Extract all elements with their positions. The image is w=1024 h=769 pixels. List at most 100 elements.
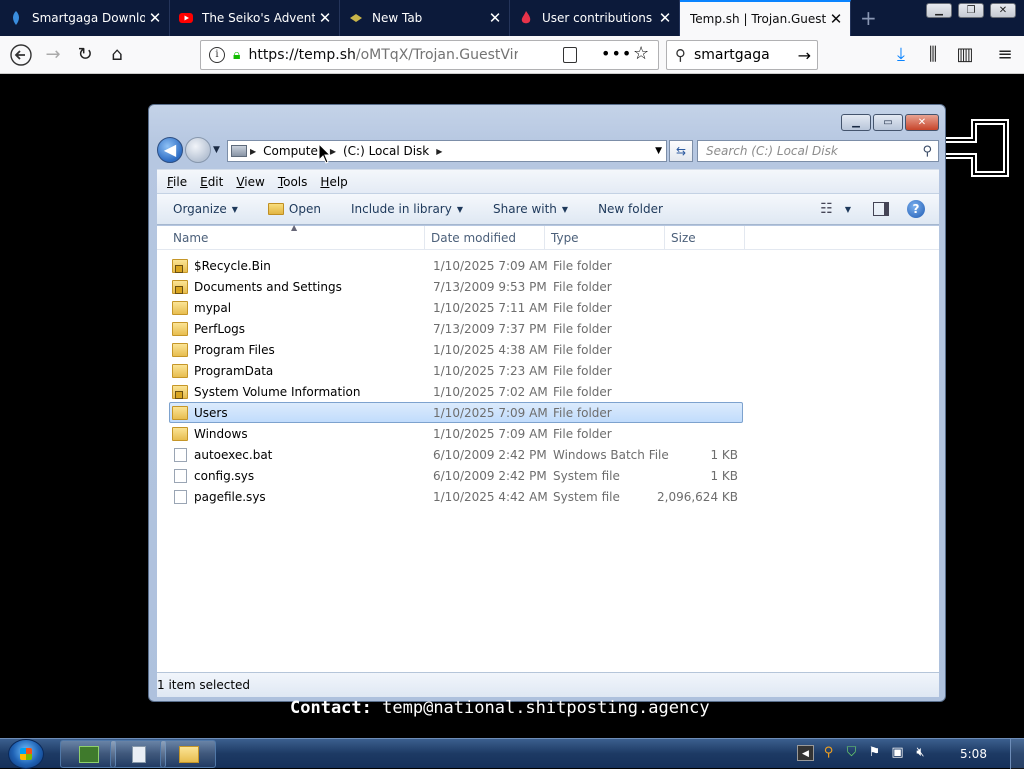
forward-arrow-icon[interactable]: → — [38, 41, 68, 69]
reload-icon[interactable]: ↻ — [70, 41, 100, 69]
table-row[interactable]: mypal 1/10/2025 7:11 AM File folder — [169, 297, 743, 318]
help-icon[interactable]: ? — [907, 200, 925, 218]
search-value[interactable]: smartgaga — [694, 47, 798, 63]
close-icon[interactable]: ✕ — [145, 9, 165, 27]
window-close-button[interactable]: ✕ — [990, 3, 1016, 18]
address-bar[interactable]: ▶ Computer ▶ (C:) Local Disk ▶ ▼ — [227, 140, 667, 162]
recent-pages-dropdown-icon[interactable]: ▼ — [213, 145, 220, 155]
taskbar: ◀ ⚲ ⛉ ⚑ ▣ 🔇︎ 5:08 — [0, 738, 1024, 769]
tray-app-icon[interactable]: ◀ — [797, 745, 814, 761]
locked-folder-icon — [172, 259, 188, 273]
tab-user-contributions[interactable]: User contributions fo ✕ — [510, 0, 680, 36]
table-row[interactable]: ProgramData 1/10/2025 7:23 AM File folder — [169, 360, 743, 381]
tab-newtab[interactable]: New Tab ✕ — [340, 0, 510, 36]
file-name: Documents and Settings — [194, 279, 342, 294]
tab-temp-sh[interactable]: Temp.sh | Trojan.GuestV ✕ — [680, 0, 851, 36]
menu-tools[interactable]: Tools — [278, 175, 308, 189]
downloads-icon[interactable]: ⤓ — [886, 41, 916, 69]
start-button[interactable] — [8, 739, 44, 769]
lock-icon[interactable]: 🔒︎ — [233, 47, 240, 63]
show-desktop-button[interactable] — [1010, 739, 1024, 769]
web-search-bar[interactable]: ⚲ smartgaga → — [666, 40, 818, 70]
window-restore-button[interactable]: ❐ — [958, 3, 984, 18]
tab-smartgaga[interactable]: Smartgaga Download ✕ — [0, 0, 170, 36]
column-date-modified[interactable]: Date modified — [425, 226, 545, 250]
column-size[interactable]: Size — [665, 226, 745, 250]
new-folder-button[interactable]: New folder — [598, 202, 663, 216]
url-text[interactable]: https://temp.sh/oMTqX/Trojan.GuestVirus.… — [248, 47, 518, 63]
home-icon[interactable]: ⌂ — [102, 41, 132, 69]
address-dropdown-icon[interactable]: ▼ — [655, 146, 662, 156]
explorer-minimize-button[interactable]: ▁ — [841, 114, 871, 131]
tray-flag-icon[interactable]: ⚑ — [866, 745, 883, 761]
close-icon[interactable]: ✕ — [655, 9, 675, 27]
menu-view[interactable]: View — [236, 175, 264, 189]
explorer-close-button[interactable]: ✕ — [905, 114, 939, 131]
close-icon[interactable]: ✕ — [826, 10, 846, 28]
taskbar-app-2[interactable] — [110, 740, 166, 768]
taskbar-explorer[interactable] — [160, 740, 216, 768]
address-row: ◀ ▼ ▶ Computer ▶ (C:) Local Disk ▶ ▼ ⇆ S… — [157, 137, 939, 165]
column-type[interactable]: Type — [545, 226, 665, 250]
breadcrumb-local-disk[interactable]: (C:) Local Disk — [343, 144, 429, 158]
search-icon[interactable]: ⚲ — [922, 144, 932, 159]
file-type: File folder — [553, 342, 612, 357]
table-row[interactable]: PerfLogs 7/13/2009 7:37 PM File folder — [169, 318, 743, 339]
tray-volume-muted-icon[interactable]: 🔇︎ — [912, 745, 929, 761]
breadcrumb-arrow-icon[interactable]: ▶ — [250, 147, 256, 156]
refresh-button[interactable]: ⇆ — [669, 140, 693, 162]
folder-search-input[interactable]: Search (C:) Local Disk ⚲ — [697, 140, 939, 162]
new-tab-plus-icon[interactable]: + — [860, 6, 878, 30]
table-row[interactable]: Program Files 1/10/2025 4:38 AM File folde… — [169, 339, 743, 360]
table-row[interactable]: Documents and Settings 7/13/2009 9:53 PM F… — [169, 276, 743, 297]
table-row[interactable]: autoexec.bat 6/10/2009 2:42 PM Windows Bat… — [169, 444, 743, 465]
menu-edit[interactable]: Edit — [200, 175, 223, 189]
change-view-button[interactable]: ☷ ▼ — [820, 201, 851, 217]
table-row[interactable]: System Volume Information 1/10/2025 7:02 … — [169, 381, 743, 402]
file-name: ProgramData — [194, 363, 274, 378]
library-icon[interactable]: ⫼ — [918, 41, 948, 69]
open-button[interactable]: Open — [267, 202, 321, 216]
info-icon[interactable]: i — [209, 47, 225, 63]
window-minimize-button[interactable]: ▁ — [926, 3, 952, 18]
menu-file[interactable]: File — [167, 175, 187, 189]
file-type: File folder — [553, 363, 612, 378]
tray-shield-icon[interactable]: ⛉ — [843, 745, 860, 761]
menu-help[interactable]: Help — [320, 175, 347, 189]
share-with-button[interactable]: Share with ▼ — [493, 202, 568, 216]
system-tray: ◀ ⚲ ⛉ ⚑ ▣ 🔇︎ — [797, 745, 929, 761]
chevron-down-icon: ▼ — [456, 204, 463, 214]
preview-pane-icon[interactable] — [873, 202, 889, 216]
table-row[interactable]: config.sys 6/10/2009 2:42 PM System file 1 … — [169, 465, 743, 486]
more-actions-icon[interactable]: ••• — [601, 44, 632, 63]
close-icon[interactable]: ✕ — [315, 9, 335, 27]
explorer-maximize-button[interactable]: ▭ — [873, 114, 903, 131]
sidebar-icon[interactable]: ▥ — [950, 41, 980, 69]
include-in-library-button[interactable]: Include in library ▼ — [351, 202, 463, 216]
search-go-arrow-icon[interactable]: → — [798, 46, 811, 65]
breadcrumb-computer[interactable]: Computer — [263, 144, 323, 158]
url-bar[interactable]: i 🔒︎ https://temp.sh/oMTqX/Trojan.GuestV… — [200, 40, 659, 70]
table-row[interactable]: Users 1/10/2025 7:09 AM File folder — [169, 402, 743, 423]
tab-label: Smartgaga Download — [32, 11, 145, 25]
tray-search-icon[interactable]: ⚲ — [820, 745, 837, 761]
taskbar-clock[interactable]: 5:08 — [960, 739, 987, 769]
table-row[interactable]: $Recycle.Bin 1/10/2025 7:09 AM File folder — [169, 255, 743, 276]
tray-network-icon[interactable]: ▣ — [889, 745, 906, 761]
back-arrow-icon[interactable] — [6, 41, 36, 69]
organize-button[interactable]: Organize ▼ — [173, 202, 238, 216]
bookmark-star-icon[interactable]: ☆ — [633, 43, 649, 64]
reader-view-icon[interactable] — [563, 47, 577, 63]
table-row[interactable]: pagefile.sys 1/10/2025 4:42 AM System file… — [169, 486, 743, 507]
table-row[interactable]: Windows 1/10/2025 7:09 AM File folder — [169, 423, 743, 444]
forward-button[interactable] — [185, 137, 211, 163]
folder-icon — [172, 343, 188, 357]
menu-hamburger-icon[interactable]: ≡ — [990, 41, 1020, 69]
tab-label: The Seiko's Adventur — [202, 11, 315, 25]
tab-seiko[interactable]: The Seiko's Adventur ✕ — [170, 0, 340, 36]
locked-folder-icon — [172, 385, 188, 399]
back-button[interactable]: ◀ — [157, 137, 183, 163]
close-icon[interactable]: ✕ — [485, 9, 505, 27]
taskbar-app-1[interactable] — [60, 740, 116, 768]
breadcrumb-arrow-icon[interactable]: ▶ — [436, 147, 442, 156]
